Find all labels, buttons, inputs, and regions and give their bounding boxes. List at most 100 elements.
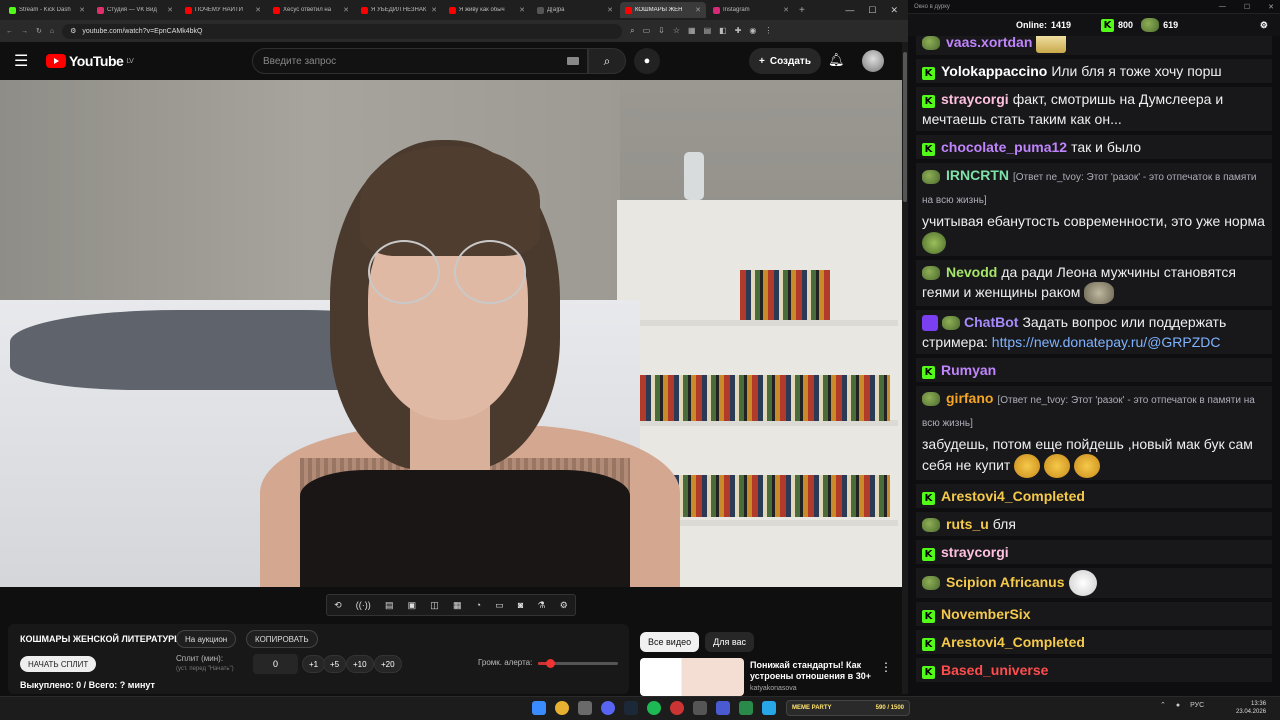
chat-link[interactable]: https://new.donatepay.ru/@GRPZDC xyxy=(992,334,1221,350)
split-minutes-input[interactable]: 0 xyxy=(253,654,298,674)
chip-for-you[interactable]: Для вас xyxy=(705,632,754,652)
site-info-icon[interactable]: ⚙ xyxy=(70,27,76,35)
flask-icon[interactable]: ⚗ xyxy=(537,600,545,611)
clapper-icon[interactable]: ▣ xyxy=(408,600,417,611)
cast-icon[interactable]: ▭ xyxy=(643,26,651,36)
browser-tab[interactable]: Я живу как обыч ✕ xyxy=(444,2,530,18)
browser-tab[interactable]: Я УБЕДИЛ НЕЗНАК ✕ xyxy=(356,2,442,18)
close-icon[interactable]: ✕ xyxy=(1268,3,1274,11)
alert-volume-slider[interactable] xyxy=(538,659,618,668)
extension-icon[interactable]: ▦ xyxy=(688,26,696,36)
zoom-icon[interactable]: ⌕ xyxy=(630,26,634,36)
channel-name[interactable]: katyakonasova xyxy=(750,685,797,692)
chat-username[interactable]: IRNCRTN xyxy=(946,167,1009,183)
tab-close-icon[interactable]: ✕ xyxy=(79,6,85,14)
chat-username[interactable]: vaas.xortdan xyxy=(946,36,1032,50)
puzzle-icon[interactable]: ✚ xyxy=(735,26,742,36)
chat-username[interactable]: Arestovi4_Completed xyxy=(941,634,1085,650)
chip-all-videos[interactable]: Все видео xyxy=(640,632,700,652)
add-10-button[interactable]: +10 xyxy=(346,655,374,673)
spotify-icon[interactable] xyxy=(647,701,661,715)
extension-icon[interactable]: ▤ xyxy=(704,26,712,36)
gear-icon[interactable]: ⚙ xyxy=(560,600,568,611)
more-options-icon[interactable]: ⋮ xyxy=(880,660,892,674)
chat-username[interactable]: Yolokappaccino xyxy=(941,63,1047,79)
explorer-icon[interactable] xyxy=(578,701,592,715)
browser-tab[interactable]: Stream - Kick Dash ✕ xyxy=(4,2,90,18)
tab-close-icon[interactable]: ✕ xyxy=(255,6,261,14)
add-1-button[interactable]: +1 xyxy=(302,655,326,673)
video-player[interactable] xyxy=(0,80,902,587)
windows-start-icon[interactable] xyxy=(532,701,546,715)
new-tab-button[interactable]: + xyxy=(799,5,805,16)
clock[interactable]: 13:36 23.04.2026 xyxy=(1236,700,1266,716)
url-field[interactable]: ⚙ youtube.com/watch?v=EpnCAMk4bkQ xyxy=(62,23,623,39)
chat-username[interactable]: NovemberSix xyxy=(941,606,1030,622)
chat-username[interactable]: Nevodd xyxy=(946,264,997,280)
home-icon[interactable]: ⌂ xyxy=(50,28,54,35)
chat-username[interactable]: straycorgi xyxy=(941,91,1009,107)
search-button[interactable]: ⌕ xyxy=(588,48,626,74)
menu-icon[interactable]: ⋮ xyxy=(764,26,772,36)
microphone-icon[interactable]: ● xyxy=(1176,702,1180,709)
film-icon[interactable]: ▦ xyxy=(453,600,462,611)
back-icon[interactable]: ← xyxy=(6,28,13,35)
extension-icon[interactable]: ◧ xyxy=(719,26,727,36)
close-icon[interactable]: ✕ xyxy=(890,5,898,16)
search-input[interactable]: Введите запрос xyxy=(252,48,588,74)
chat-settings-icon[interactable]: ⚙ xyxy=(1260,20,1268,31)
add-5-button[interactable]: +5 xyxy=(323,655,347,673)
forward-icon[interactable]: → xyxy=(21,28,28,35)
obs-icon[interactable] xyxy=(670,701,684,715)
chat-username[interactable]: Based_universe xyxy=(941,662,1048,678)
bookmark-icon[interactable]: ☆ xyxy=(673,26,680,36)
broadcast-icon[interactable]: ((·)) xyxy=(356,600,371,610)
chat-username[interactable]: Scipion Africanus xyxy=(946,574,1065,590)
recommended-video[interactable]: Понижай стандарты! Как устроены отношени… xyxy=(640,658,902,696)
playlist-icon[interactable]: ▤ xyxy=(385,600,394,611)
keyboard-icon[interactable] xyxy=(567,57,579,65)
chat-username[interactable]: ChatBot xyxy=(964,314,1018,330)
tab-close-icon[interactable]: ✕ xyxy=(519,6,525,14)
recommended-video-title[interactable]: Понижай стандарты! Как устроены отношени… xyxy=(750,660,880,682)
reload-icon[interactable]: ↻ xyxy=(36,27,42,35)
app-icon[interactable] xyxy=(693,701,707,715)
chat-username[interactable]: chocolate_puma12 xyxy=(941,139,1067,155)
start-split-button[interactable]: НАЧАТЬ СПЛИТ xyxy=(20,656,97,672)
auction-button[interactable]: На аукцион xyxy=(176,630,237,648)
notifications-bell-icon[interactable]: 🔔︎ xyxy=(828,52,845,68)
chat-username[interactable]: girfano xyxy=(946,390,993,406)
tray-chevron-icon[interactable]: ⌃ xyxy=(1160,701,1166,709)
app-icon[interactable] xyxy=(739,701,753,715)
copy-button[interactable]: КОПИРОВАТЬ xyxy=(246,630,318,648)
maximize-icon[interactable]: ☐ xyxy=(1244,3,1250,11)
browser-tab[interactable]: Хесус ответил на ✕ xyxy=(268,2,354,18)
voice-search-button[interactable]: ● xyxy=(634,48,660,74)
meme-party-widget[interactable]: MEME PARTY 590 / 1500 xyxy=(786,700,910,716)
chat-username[interactable]: Arestovi4_Completed xyxy=(941,488,1085,504)
scrollbar-thumb[interactable] xyxy=(903,52,907,202)
discord-icon[interactable] xyxy=(601,701,615,715)
tab-close-icon[interactable]: ✕ xyxy=(607,6,613,14)
browser-tab[interactable]: КОШМАРЫ ЖЕН ✕ xyxy=(620,2,706,18)
minimize-icon[interactable]: — xyxy=(845,5,854,16)
tab-close-icon[interactable]: ✕ xyxy=(343,6,349,14)
chat-username[interactable]: straycorgi xyxy=(941,544,1009,560)
app-icon[interactable] xyxy=(716,701,730,715)
chrome-icon[interactable] xyxy=(555,701,569,715)
avatar[interactable] xyxy=(862,50,884,72)
slider-knob[interactable] xyxy=(546,659,555,668)
youtube-logo[interactable]: YouTube LV xyxy=(46,53,134,69)
browser-tab[interactable]: Instagram ✕ xyxy=(708,2,794,18)
picture-in-picture-icon[interactable]: ◫ xyxy=(430,600,439,611)
subtitles-icon[interactable]: ▭ xyxy=(495,600,504,611)
browser-tab[interactable]: ПОЧЕМУ НАЙТИ ✕ xyxy=(180,2,266,18)
browser-tab[interactable]: Студия — VK Вид ✕ xyxy=(92,2,178,18)
hamburger-menu-icon[interactable]: ☰ xyxy=(14,51,38,71)
download-icon[interactable]: ⇩ xyxy=(658,26,665,36)
tab-close-icon[interactable]: ✕ xyxy=(695,6,701,14)
chat-username[interactable]: ruts_u xyxy=(946,516,989,532)
create-button[interactable]: + Создать xyxy=(749,48,821,74)
camera-icon[interactable]: ◙ xyxy=(518,600,523,610)
loop-icon[interactable]: ⟲ xyxy=(334,600,342,611)
